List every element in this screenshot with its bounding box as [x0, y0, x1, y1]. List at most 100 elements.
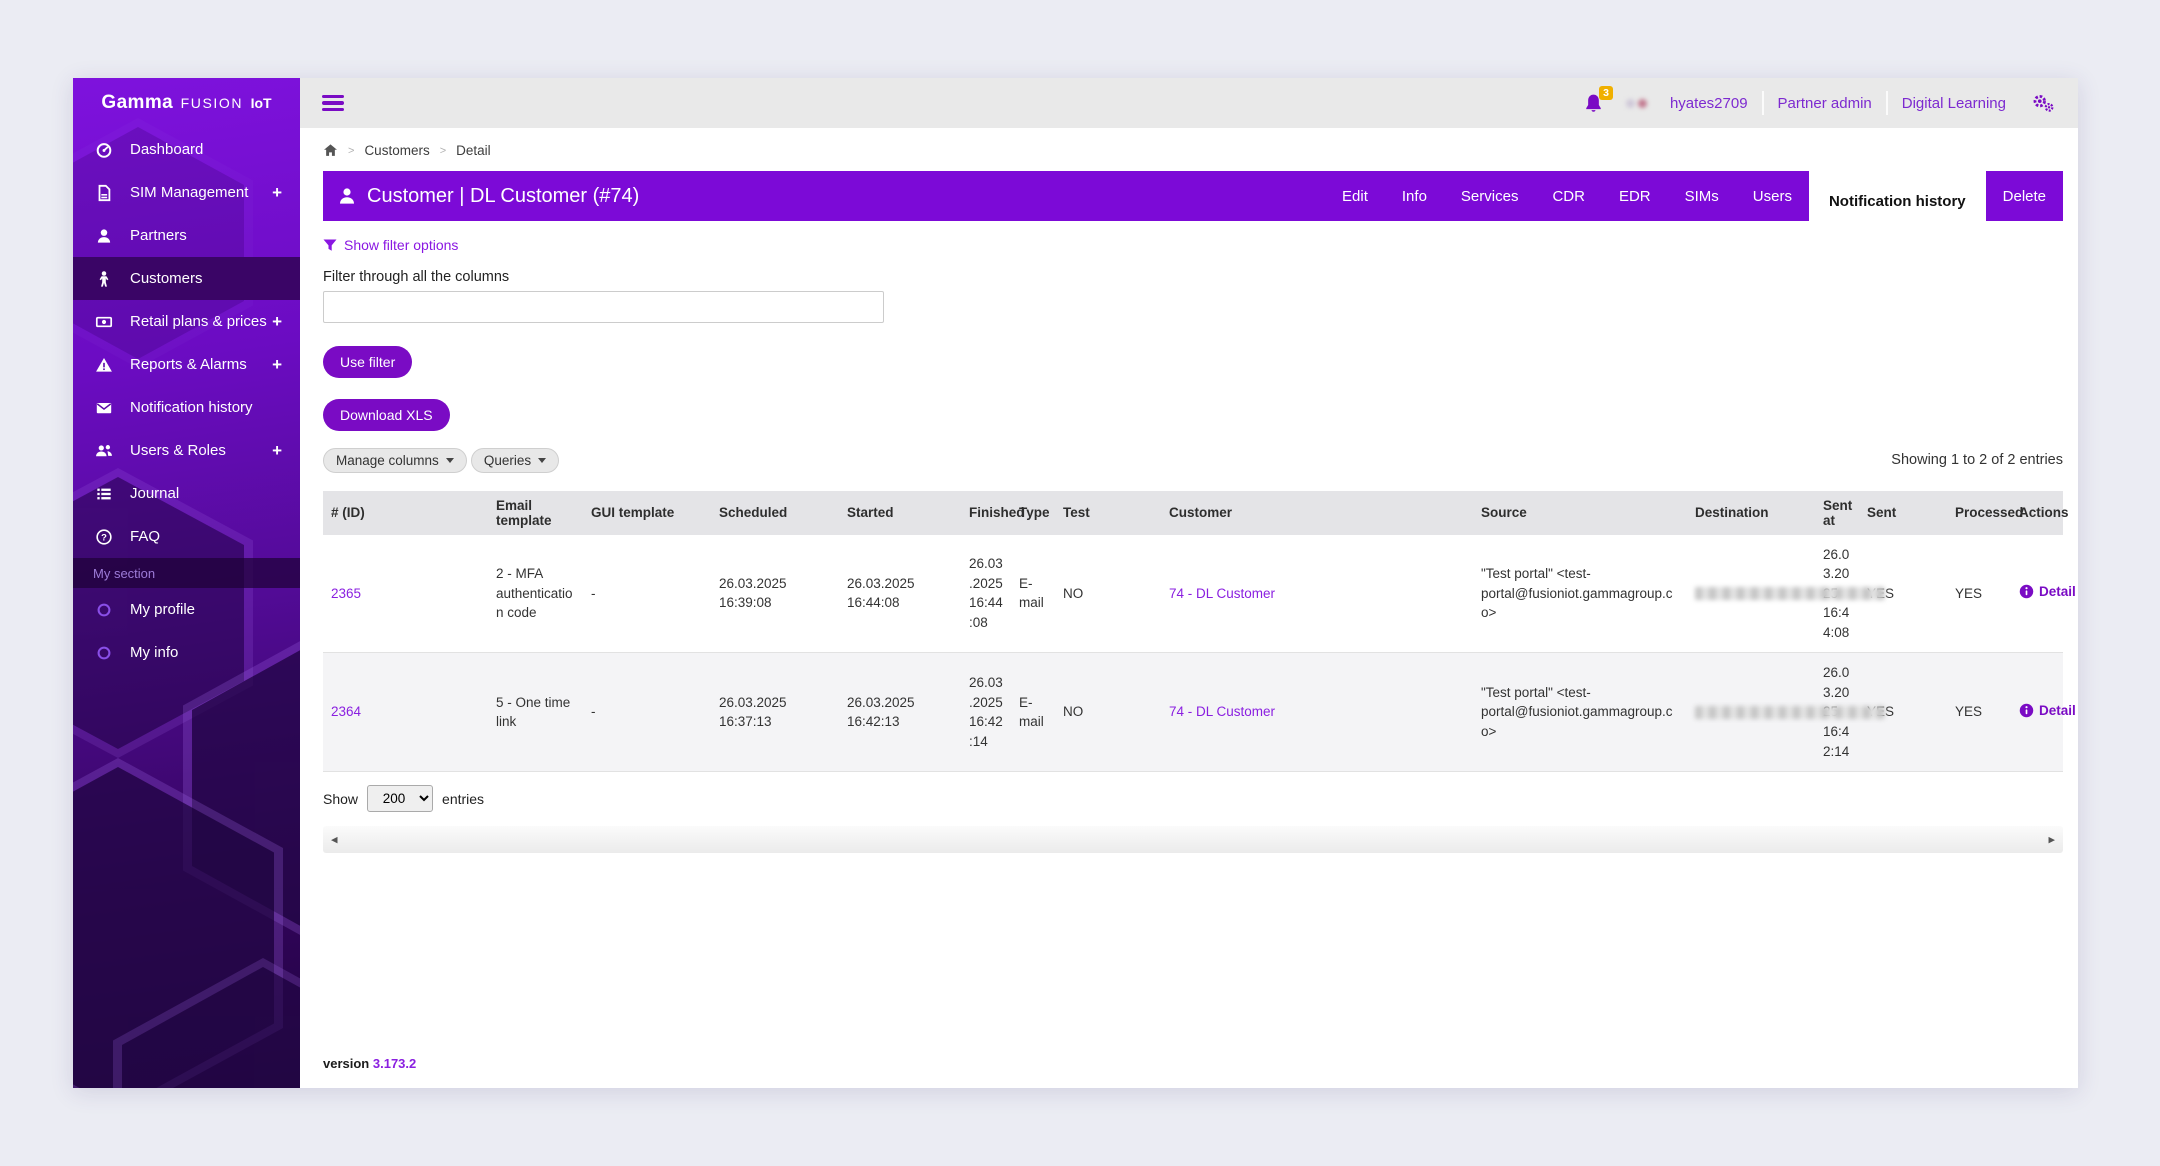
page-title: Customer | DL Customer (#74) [367, 184, 640, 207]
filter-funnel-icon [323, 239, 337, 251]
sidebar-item-journal[interactable]: Journal [73, 472, 300, 515]
column-header[interactable]: Finished [961, 490, 1025, 535]
role-link[interactable]: Partner admin [1778, 95, 1872, 112]
cell-started: 26.03.2025 16:42:13 [839, 652, 961, 773]
cell-scheduled: 26.03.2025 16:39:08 [711, 534, 839, 654]
sidebar: Gamma FUSION IoT Dashboard SIM Managemen… [73, 78, 300, 1088]
tab-info[interactable]: Info [1385, 171, 1444, 221]
tab-edit[interactable]: Edit [1325, 171, 1385, 221]
money-bill-icon [95, 313, 113, 331]
column-header[interactable]: Sent at [1815, 490, 1859, 535]
customer-link[interactable]: 74 - DL Customer [1169, 586, 1275, 601]
cell-email-template: 5 - One time link [488, 652, 583, 773]
home-icon[interactable] [323, 143, 338, 158]
sidebar-item-users-roles[interactable]: Users & Roles + [73, 429, 300, 472]
column-header[interactable]: Started [839, 490, 961, 535]
version-number-link[interactable]: 3.173.2 [373, 1056, 416, 1071]
breadcrumb-customers[interactable]: Customers [364, 143, 429, 158]
expand-plus-icon[interactable]: + [272, 441, 282, 461]
sidebar-item-notification-history[interactable]: Notification history [73, 386, 300, 429]
pagination-bar[interactable]: ◂ ▸ [323, 826, 2063, 854]
entries-label: entries [442, 790, 485, 807]
row-id-link[interactable]: 2364 [331, 704, 361, 719]
prev-page-icon[interactable]: ◂ [331, 832, 338, 847]
cell-gui-template: - [583, 652, 711, 773]
sidebar-item-sim-management[interactable]: SIM Management + [73, 171, 300, 214]
detail-tabs: Edit Info Services CDR EDR SIMs Users No… [1325, 171, 2063, 231]
cell-type: E-mail [1011, 534, 1055, 654]
logo-gamma: Gamma [101, 92, 174, 113]
column-header[interactable]: Sent [1859, 490, 1947, 535]
logo-fusion: FUSION [175, 95, 249, 111]
column-header[interactable]: Destination [1687, 490, 1815, 535]
download-xls-button[interactable]: Download XLS [323, 398, 450, 431]
notifications-button[interactable]: 3 [1583, 85, 1613, 115]
sidebar-item-label: Users & Roles [130, 442, 226, 459]
queries-button[interactable]: Queries [470, 447, 560, 473]
sidebar-item-label: My info [130, 644, 179, 661]
page-header: Customer | DL Customer (#74) Edit Info S… [323, 171, 2063, 231]
sidebar-item-label: FAQ [130, 528, 161, 545]
column-header[interactable]: Scheduled [711, 490, 839, 535]
app-logo[interactable]: Gamma FUSION IoT [73, 78, 300, 128]
sidebar-item-faq[interactable]: FAQ [73, 515, 300, 558]
column-header[interactable]: # (ID) [323, 490, 488, 535]
column-header[interactable]: Customer [1161, 490, 1473, 535]
sidebar-item-dashboard[interactable]: Dashboard [73, 128, 300, 171]
customer-link[interactable]: 74 - DL Customer [1169, 704, 1275, 719]
settings-gears-icon[interactable] [2030, 92, 2056, 114]
manage-columns-button[interactable]: Manage columns [323, 447, 467, 473]
sidebar-item-my-info[interactable]: My info [73, 631, 300, 674]
menu-toggle-icon[interactable] [322, 92, 344, 115]
logo-iot: IoT [250, 95, 272, 111]
sidebar-item-label: Reports & Alarms [130, 356, 247, 373]
expand-plus-icon[interactable]: + [272, 312, 282, 332]
expand-plus-icon[interactable]: + [272, 355, 282, 375]
sidebar-item-partners[interactable]: Partners [73, 214, 300, 257]
divider [1885, 91, 1888, 115]
sidebar-item-retail-plans-prices[interactable]: Retail plans & prices + [73, 300, 300, 343]
question-circle-icon [95, 528, 113, 546]
cell-test: NO [1055, 534, 1161, 654]
tab-delete[interactable]: Delete [1986, 171, 2063, 221]
warning-triangle-icon [95, 356, 113, 374]
tab-label: Notification history [1828, 192, 1966, 210]
column-header[interactable]: GUI template [583, 490, 711, 535]
column-header[interactable]: Source [1473, 490, 1687, 535]
show-filter-options-link[interactable]: Show filter options [323, 237, 458, 253]
page-size-select[interactable]: 200 [367, 785, 434, 813]
detail-link[interactable]: Detail [2019, 701, 2076, 721]
cell-finished: 26.03.2025 16:44:08 [961, 534, 1011, 654]
tab-services[interactable]: Services [1444, 171, 1536, 221]
tab-users[interactable]: Users [1736, 171, 1809, 221]
radio-circle-icon [95, 601, 113, 619]
sidebar-item-reports-alarms[interactable]: Reports & Alarms + [73, 343, 300, 386]
column-header[interactable]: Email template [488, 490, 583, 535]
cell-source: "Test portal" <test-portal@fusioniot.gam… [1473, 652, 1687, 773]
column-header[interactable]: Processed [1947, 490, 2023, 535]
cell-scheduled: 26.03.2025 16:37:13 [711, 652, 839, 773]
column-header[interactable]: Test [1055, 490, 1161, 535]
username-link[interactable]: hyates2709 [1670, 95, 1748, 112]
column-header[interactable]: Actions [2011, 490, 2069, 535]
use-filter-button[interactable]: Use filter [323, 345, 413, 378]
sidebar-menu: Dashboard SIM Management + Partners Cust… [73, 128, 300, 558]
sidebar-item-my-profile[interactable]: My profile [73, 588, 300, 631]
tab-edr[interactable]: EDR [1602, 171, 1668, 221]
table-body: 2365 2 - MFA authentication code - 26.03… [323, 534, 2076, 773]
sidebar-item-label: Partners [130, 227, 187, 244]
sidebar-item-customers[interactable]: Customers [73, 257, 300, 300]
breadcrumb-separator: > [439, 144, 447, 157]
detail-link[interactable]: Detail [2019, 582, 2076, 602]
tenant-link[interactable]: Digital Learning [1902, 95, 2006, 112]
street-view-icon [95, 270, 113, 288]
filter-label: Filter through all the columns [323, 268, 510, 285]
next-page-icon[interactable]: ▸ [2048, 832, 2055, 847]
avatar[interactable] [1625, 96, 1656, 111]
tab-cdr[interactable]: CDR [1535, 171, 1602, 221]
filter-input[interactable] [323, 290, 884, 323]
breadcrumb-detail[interactable]: Detail [456, 143, 491, 158]
expand-plus-icon[interactable]: + [272, 183, 282, 203]
tab-sims[interactable]: SIMs [1668, 171, 1736, 221]
row-id-link[interactable]: 2365 [331, 586, 361, 601]
